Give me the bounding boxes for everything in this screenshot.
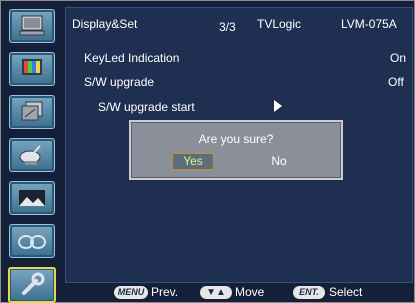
confirm-dialog: Are you sure? Yes No [129,120,343,180]
brand-label: TVLogic [257,17,302,31]
enter-key-icon: ENT. [293,286,325,299]
menu-item-keyled[interactable]: KeyLed Indication On [84,51,408,65]
submenu-arrow-icon [274,100,282,112]
sidebar [5,7,59,303]
menu-key-icon: MENU [114,286,148,299]
color-monitor-icon [22,59,42,75]
sidebar-item-3d[interactable] [9,224,55,258]
copy-monitor-icon [21,101,43,121]
menu-item-value: On [390,51,407,65]
menu-key-hint: Prev. [151,285,179,299]
menu-item-value: Off [388,75,404,89]
sidebar-item-input[interactable] [9,138,55,172]
select-key-hint: Select [329,285,363,299]
move-key-hint: Move [235,285,265,299]
monitor-icon [19,15,45,36]
sidebar-item-monitor[interactable] [9,9,55,43]
menu-item-label: S/W upgrade [84,75,155,89]
updown-key-icon: ▼▲ [200,286,232,299]
dialog-prompt: Are you sure? [198,132,274,146]
sidebar-item-setup[interactable] [8,267,56,303]
menu-item-sw-upgrade-start[interactable]: S/W upgrade start [98,100,298,114]
sidebar-item-copy[interactable] [9,95,55,129]
landscape-icon [19,190,45,206]
page-title: Display&Set [72,17,138,31]
menu-item-label: KeyLed Indication [84,51,180,65]
panel-header: Display&Set 3/3 TVLogic LVM-075A [66,8,412,38]
osd-window: Display&Set 3/3 TVLogic LVM-075A KeyLed … [0,0,415,303]
key-hints-bar: MENU Prev. ▼▲ Move ENT. Select [65,282,411,302]
menu-item-sw-upgrade[interactable]: S/W upgrade Off [84,75,408,89]
page-indicator: 3/3 [219,20,236,34]
wrench-icon [22,272,45,295]
menu-item-label: S/W upgrade start [98,100,195,114]
yes-button[interactable]: Yes [172,153,214,170]
sidebar-item-picture[interactable] [9,181,55,215]
sidebar-item-color[interactable] [9,52,55,86]
settings-panel: Display&Set 3/3 TVLogic LVM-075A KeyLed … [65,7,413,283]
no-button[interactable]: No [264,154,294,169]
glasses-icon [18,235,46,249]
satellite-dish-icon [19,145,41,165]
model-label: LVM-075A [341,17,397,31]
